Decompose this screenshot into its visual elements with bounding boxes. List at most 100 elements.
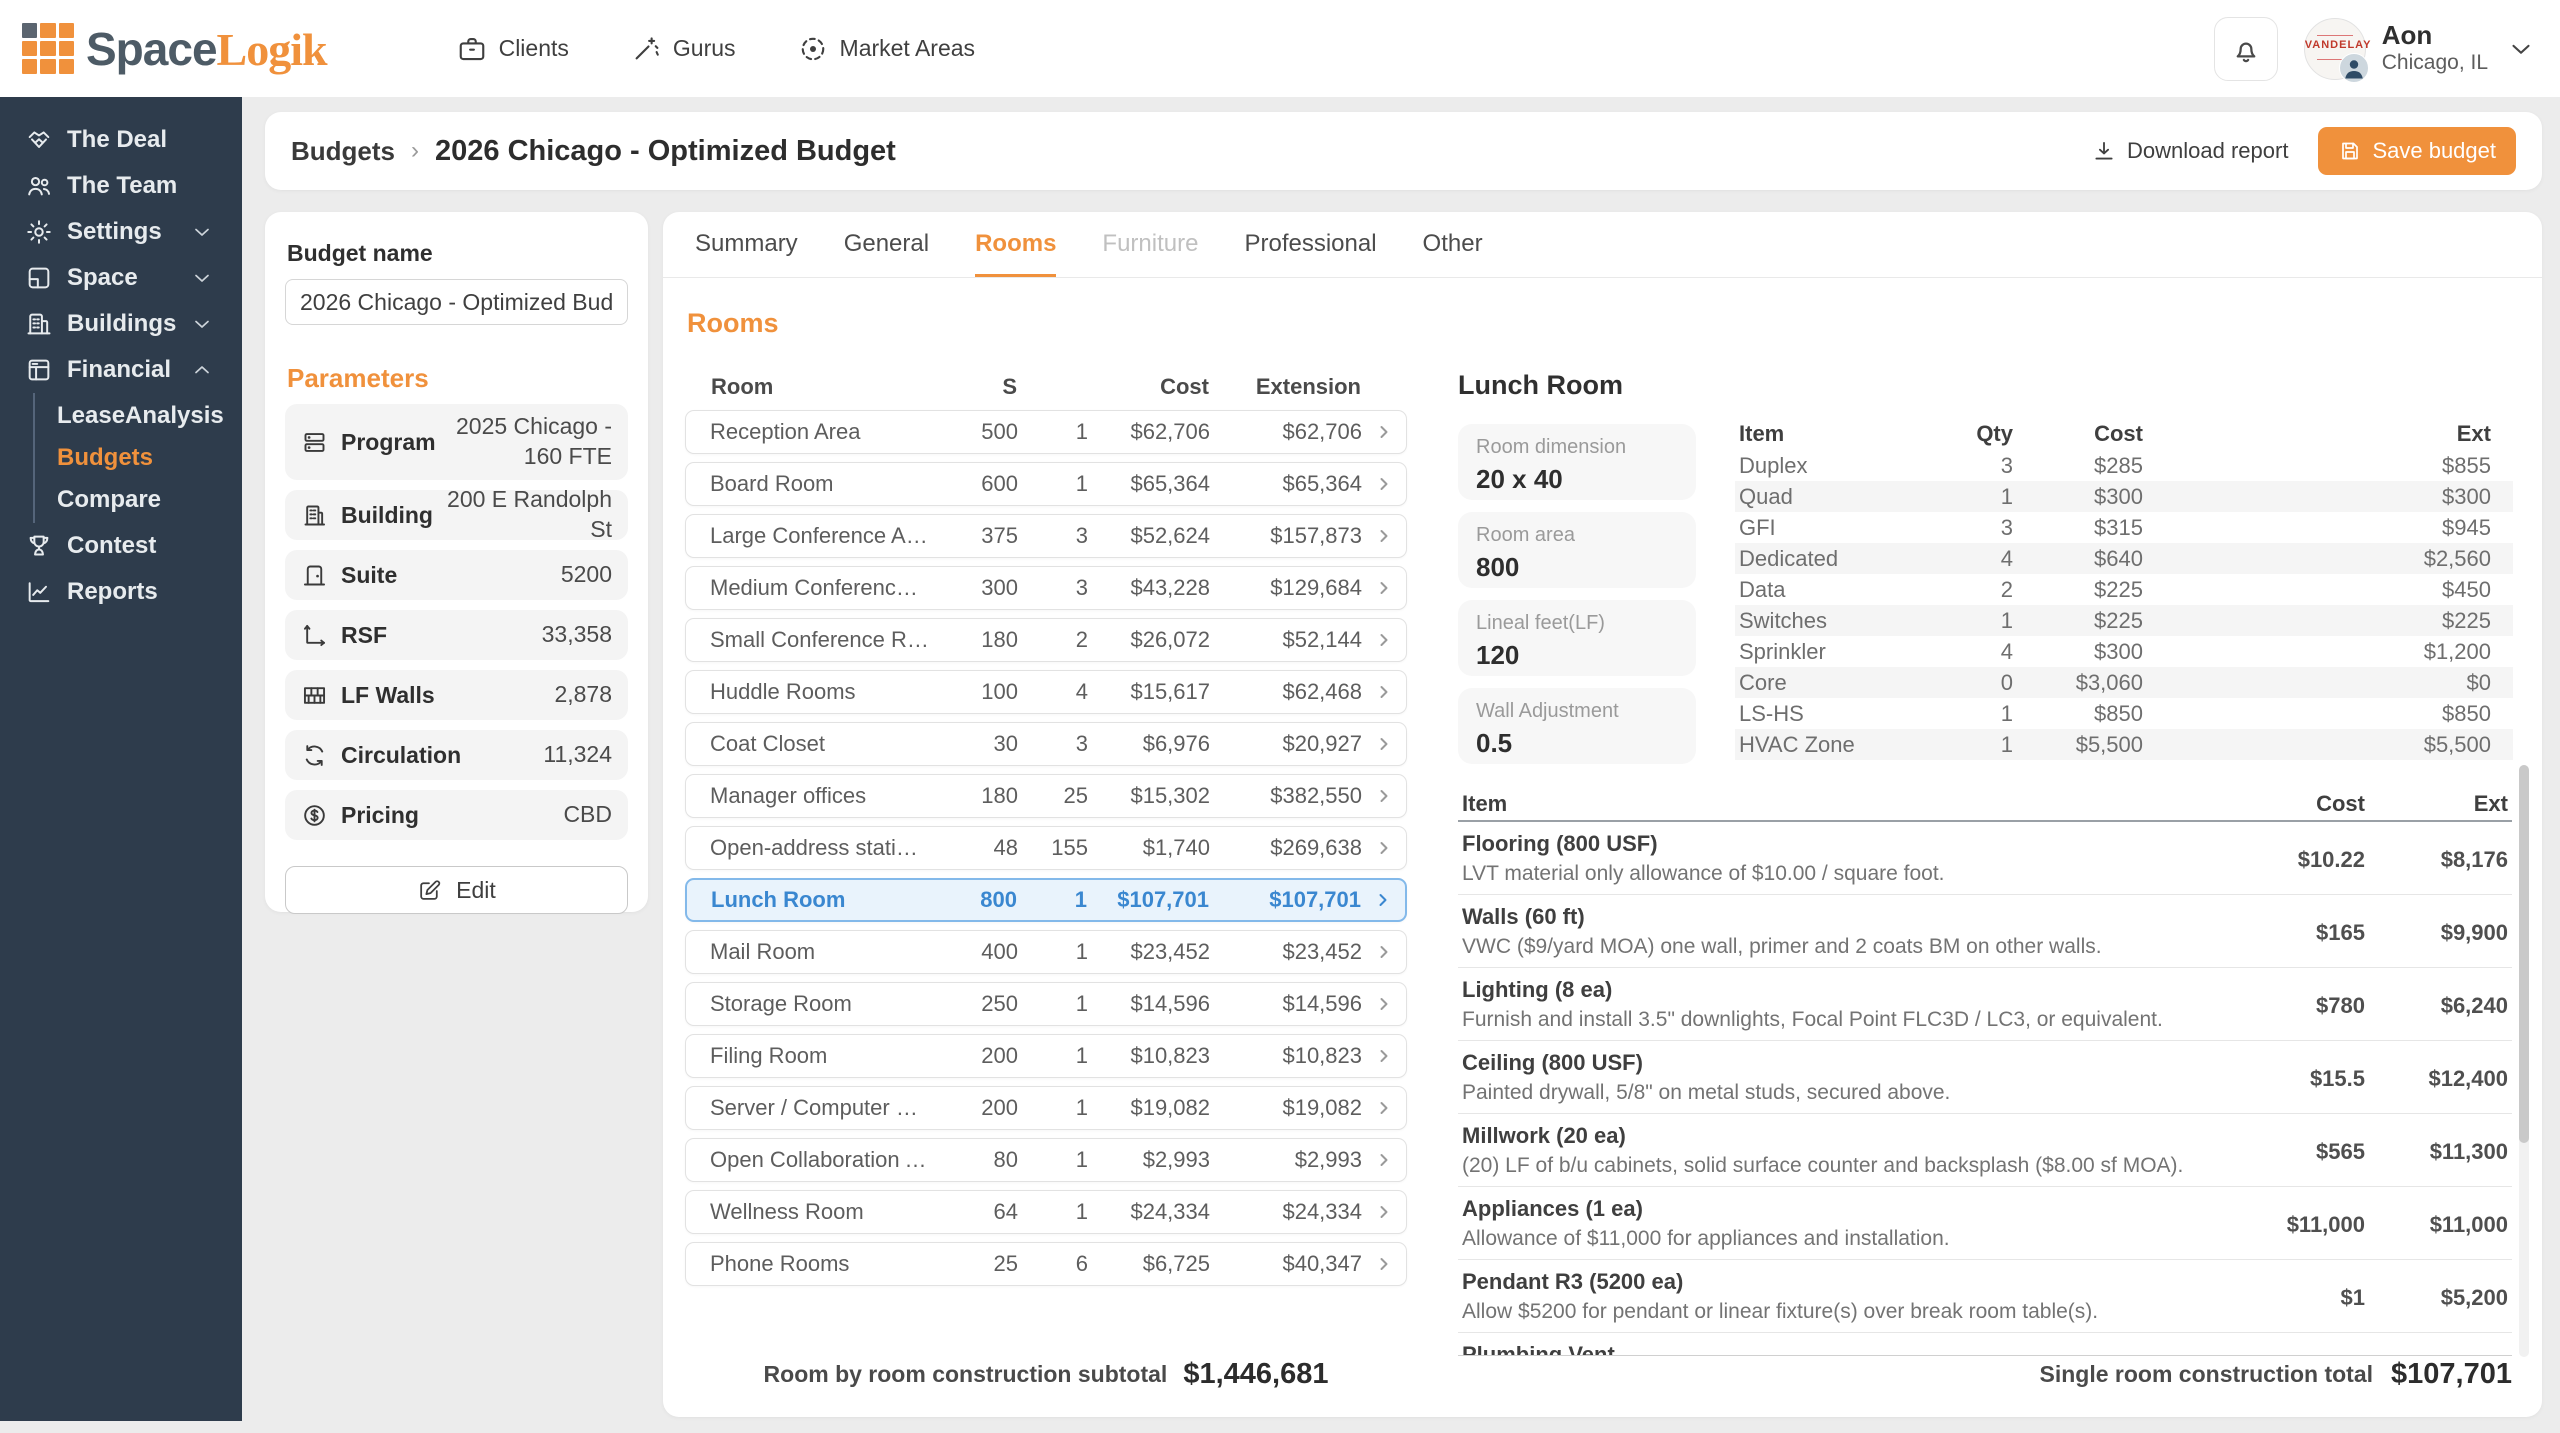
sidebar-item-leaseanalysis[interactable]: LeaseAnalysis bbox=[35, 395, 242, 437]
item-description: Allowance of $11,000 for appliances and … bbox=[1462, 1228, 2245, 1249]
item-cost: $780 bbox=[2245, 979, 2365, 1040]
header-actions: Download report Save budget bbox=[2091, 127, 2516, 175]
sidebar-item-space[interactable]: Space bbox=[0, 255, 242, 301]
param-row-suite[interactable]: Suite 5200 bbox=[285, 550, 628, 600]
qty-table-row: Data2$225$450 bbox=[1735, 574, 2513, 605]
chevron-right-icon bbox=[1362, 630, 1406, 650]
sidebar-item-compare[interactable]: Compare bbox=[35, 479, 242, 521]
tab-summary[interactable]: Summary bbox=[695, 230, 798, 277]
detail-scrollbar[interactable] bbox=[2519, 765, 2529, 1357]
col-extension: Extension bbox=[1209, 374, 1361, 400]
nav-item-market-areas[interactable]: Market Areas bbox=[798, 34, 976, 64]
table-row[interactable]: Huddle Rooms1004$15,617$62,468 bbox=[685, 670, 1407, 714]
room-cost: $52,624 bbox=[1088, 523, 1210, 549]
save-budget-button[interactable]: Save budget bbox=[2318, 127, 2516, 175]
table-row[interactable]: Manager offices18025$15,302$382,550 bbox=[685, 774, 1407, 818]
room-qty: 3 bbox=[1018, 731, 1088, 757]
edit-parameters-button[interactable]: Edit bbox=[285, 866, 628, 914]
qty-table-row: Core0$3,060$0 bbox=[1735, 667, 2513, 698]
financial-icon bbox=[25, 356, 53, 384]
sidebar-item-settings[interactable]: Settings bbox=[0, 209, 242, 255]
chevron-right-icon bbox=[1362, 526, 1406, 546]
scrollbar-thumb[interactable] bbox=[2519, 765, 2529, 1143]
table-row[interactable]: Mail Room4001$23,452$23,452 bbox=[685, 930, 1407, 974]
nav-item-clients[interactable]: Clients bbox=[457, 34, 569, 64]
sidebar-item-buildings[interactable]: Buildings bbox=[0, 301, 242, 347]
tab-general[interactable]: General bbox=[844, 230, 929, 277]
table-row[interactable]: Server / Computer Room2001$19,082$19,082 bbox=[685, 1086, 1407, 1130]
room-extension: $40,347 bbox=[1210, 1251, 1362, 1277]
user-info[interactable]: Aon Chicago, IL bbox=[2382, 21, 2488, 75]
bell-icon bbox=[2230, 33, 2262, 65]
table-row[interactable]: Medium Conference Room3003$43,228$129,68… bbox=[685, 566, 1407, 610]
qty-table-row: Dedicated4$640$2,560 bbox=[1735, 543, 2513, 574]
budget-parameters-panel: Budget name Parameters Program 2025 Chic… bbox=[265, 212, 648, 912]
room-size: 400 bbox=[930, 939, 1018, 965]
budget-name-label: Budget name bbox=[287, 240, 628, 267]
stat-value: 0.5 bbox=[1476, 728, 1678, 759]
nav-item-gurus[interactable]: Gurus bbox=[631, 34, 736, 64]
sidebar-item-reports[interactable]: Reports bbox=[0, 569, 242, 615]
table-row[interactable]: Board Room6001$65,364$65,364 bbox=[685, 462, 1407, 506]
param-row-pricing[interactable]: Pricing CBD bbox=[285, 790, 628, 840]
param-row-circulation[interactable]: Circulation 11,324 bbox=[285, 730, 628, 780]
door-icon bbox=[301, 562, 328, 589]
param-row-program[interactable]: Program 2025 Chicago - 160 FTE bbox=[285, 404, 628, 480]
chevron-right-icon bbox=[1362, 1098, 1406, 1118]
notifications-button[interactable] bbox=[2214, 17, 2278, 81]
room-qty: 1 bbox=[1018, 471, 1088, 497]
chevron-right-icon bbox=[1362, 1046, 1406, 1066]
tab-professional[interactable]: Professional bbox=[1244, 230, 1376, 277]
qty-table-row: LS-HS1$850$850 bbox=[1735, 698, 2513, 729]
tab-rooms[interactable]: Rooms bbox=[975, 230, 1056, 277]
room-size: 48 bbox=[930, 835, 1018, 861]
sidebar-item-budgets[interactable]: Budgets bbox=[35, 437, 242, 479]
table-row[interactable]: Open-address stations48155$1,740$269,638 bbox=[685, 826, 1407, 870]
budget-name-input[interactable] bbox=[285, 279, 628, 325]
item-cost: $15.5 bbox=[2245, 1052, 2365, 1113]
sidebar-item-the-team[interactable]: The Team bbox=[0, 163, 242, 209]
sidebar-item-contest[interactable]: Contest bbox=[0, 523, 242, 569]
table-row[interactable]: Wellness Room641$24,334$24,334 bbox=[685, 1190, 1407, 1234]
parameters-title: Parameters bbox=[287, 363, 628, 394]
avatar[interactable]: VANDELAY bbox=[2304, 18, 2366, 80]
table-row[interactable]: Filing Room2001$10,823$10,823 bbox=[685, 1034, 1407, 1078]
top-navbar: SpaceLogik Clients Gurus Market Areas VA… bbox=[0, 0, 2560, 97]
app-title: SpaceLogik bbox=[86, 22, 327, 76]
param-row-building[interactable]: Building 200 E Randolph St bbox=[285, 490, 628, 540]
table-row[interactable]: Storage Room2501$14,596$14,596 bbox=[685, 982, 1407, 1026]
table-row[interactable]: Open Collaboration Area801$2,993$2,993 bbox=[685, 1138, 1407, 1182]
stat-label: Wall Adjustment bbox=[1476, 700, 1678, 723]
item-ext: $6,240 bbox=[2365, 979, 2512, 1040]
table-row[interactable]: Lunch Room8001$107,701$107,701 bbox=[685, 878, 1407, 922]
download-report-button[interactable]: Download report bbox=[2091, 138, 2288, 164]
stat-label: Room dimension bbox=[1476, 436, 1678, 459]
table-row[interactable]: Large Conference Area3753$52,624$157,873 bbox=[685, 514, 1407, 558]
chevron-down-icon[interactable] bbox=[2506, 34, 2536, 64]
room-qty: 1 bbox=[1018, 1199, 1088, 1225]
sidebar-item-the-deal[interactable]: The Deal bbox=[0, 117, 242, 163]
table-row[interactable]: Small Conference Room1802$26,072$52,144 bbox=[685, 618, 1407, 662]
room-size: 800 bbox=[929, 887, 1017, 913]
table-row[interactable]: Reception Area5001$62,706$62,706 bbox=[685, 410, 1407, 454]
avatar-logo-text: VANDELAY bbox=[2305, 39, 2365, 51]
table-row[interactable]: Phone Rooms256$6,725$40,347 bbox=[685, 1242, 1407, 1286]
col-room: Room bbox=[687, 374, 929, 400]
stat-label: Room area bbox=[1476, 524, 1678, 547]
room-name: Coat Closet bbox=[686, 731, 930, 757]
room-qty: 3 bbox=[1018, 575, 1088, 601]
app-logo[interactable]: SpaceLogik bbox=[22, 22, 327, 76]
chevron-right-icon bbox=[1362, 994, 1406, 1014]
room-size: 200 bbox=[930, 1095, 1018, 1121]
room-extension: $19,082 bbox=[1210, 1095, 1362, 1121]
stat-value: 800 bbox=[1476, 552, 1678, 583]
sidebar-item-financial[interactable]: Financial bbox=[0, 347, 242, 393]
param-row-lf-walls[interactable]: LF Walls 2,878 bbox=[285, 670, 628, 720]
breadcrumb-budgets-link[interactable]: Budgets bbox=[291, 136, 395, 167]
total-label: Single room construction total bbox=[2040, 1361, 2374, 1388]
spacelogik-logo-icon bbox=[22, 23, 74, 75]
table-row[interactable]: Coat Closet303$6,976$20,927 bbox=[685, 722, 1407, 766]
param-row-rsf[interactable]: RSF 33,358 bbox=[285, 610, 628, 660]
tab-other[interactable]: Other bbox=[1423, 230, 1483, 277]
stat-card-lineal-feet-lf: Lineal feet(LF)120 bbox=[1458, 600, 1696, 676]
